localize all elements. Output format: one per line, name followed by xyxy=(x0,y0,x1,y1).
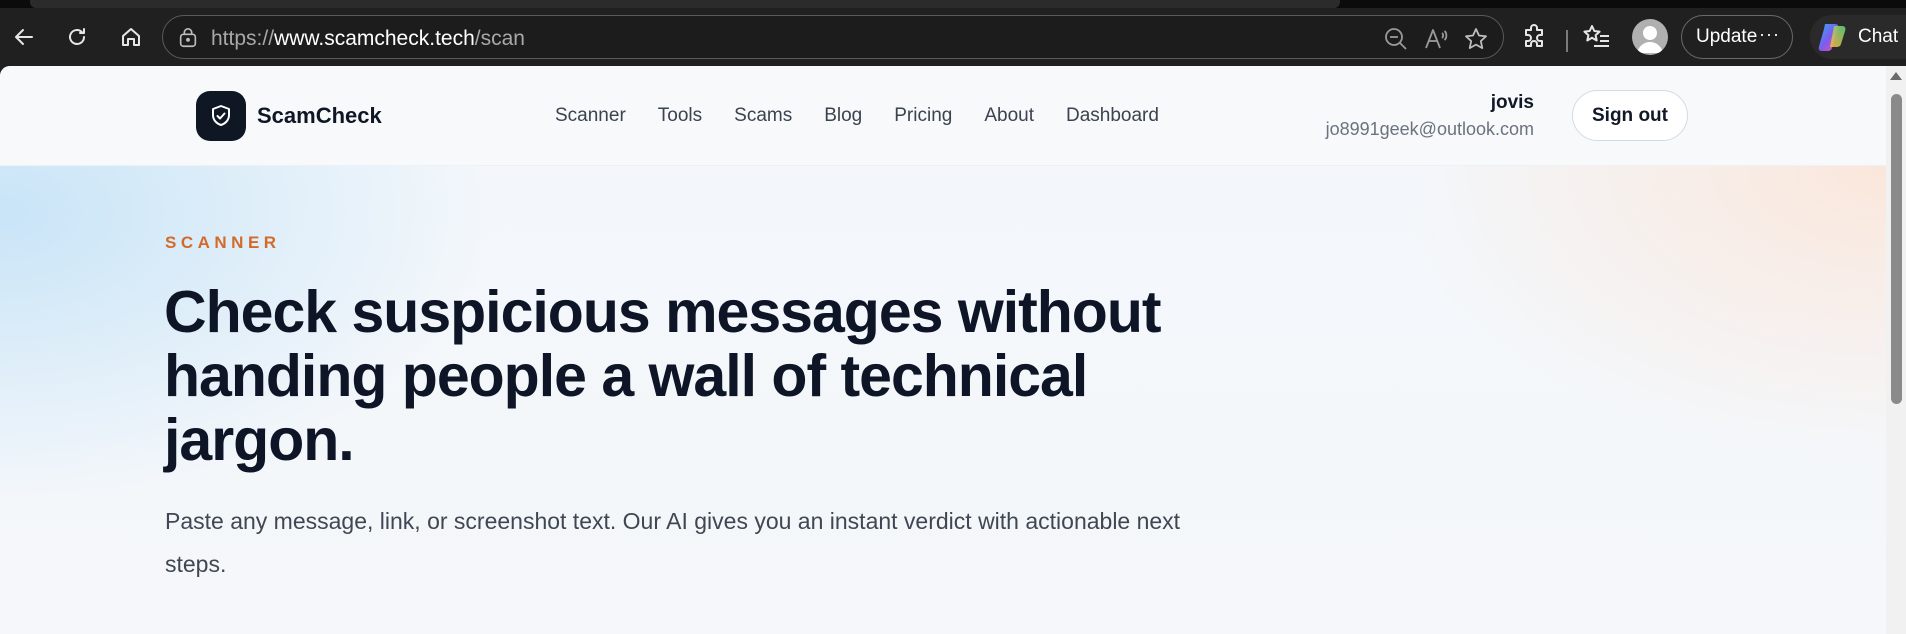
favorite-button[interactable] xyxy=(1463,26,1489,52)
nav-link-about[interactable]: About xyxy=(984,105,1034,127)
url-text[interactable]: https://www.scamcheck.tech/scan xyxy=(211,27,525,51)
user-email: jo8991geek@outlook.com xyxy=(1325,119,1534,139)
back-arrow-icon xyxy=(15,29,33,45)
scroll-thumb[interactable] xyxy=(1891,94,1902,404)
nav-link-dashboard[interactable]: Dashboard xyxy=(1066,105,1159,127)
address-bar[interactable]: https://www.scamcheck.tech/scan xyxy=(162,15,1504,59)
url-domain: www.scamcheck.tech xyxy=(274,27,475,50)
zoom-out-icon xyxy=(1385,28,1407,50)
copilot-label: Chat xyxy=(1858,26,1899,47)
nav-link-pricing[interactable]: Pricing xyxy=(894,105,952,127)
copilot-icon xyxy=(1818,24,1846,51)
extensions-button[interactable] xyxy=(1520,22,1550,52)
hero-subtitle: Paste any message, link, or screenshot t… xyxy=(165,508,1181,577)
sign-out-button[interactable]: Sign out xyxy=(1572,90,1688,141)
copilot-chat-button[interactable]: Chat xyxy=(1810,15,1906,59)
nav-link-blog[interactable]: Blog xyxy=(824,105,862,127)
tab-strip xyxy=(30,0,1340,8)
profile-avatar[interactable] xyxy=(1632,19,1668,55)
hero-title: Check suspicious messages without handin… xyxy=(164,279,1162,473)
user-name: jovis xyxy=(1490,92,1534,113)
refresh-button[interactable] xyxy=(61,21,93,53)
nav-link-tools[interactable]: Tools xyxy=(658,105,702,127)
home-button[interactable] xyxy=(115,21,147,53)
nav-link-scanner[interactable]: Scanner xyxy=(555,105,626,127)
update-button[interactable]: Update ··· xyxy=(1681,15,1793,59)
nav-link-scams[interactable]: Scams xyxy=(734,105,792,127)
main-nav: Scanner Tools Scams Blog Pricing About D… xyxy=(555,105,1191,127)
favorites-list-icon xyxy=(1583,25,1609,47)
more-options-icon[interactable]: ··· xyxy=(1759,24,1780,45)
window-top-strip xyxy=(0,0,1906,8)
zoom-out-button[interactable] xyxy=(1383,26,1409,52)
shield-check-icon xyxy=(212,105,230,126)
scroll-up-arrow-icon[interactable] xyxy=(1890,72,1902,80)
url-path: /scan xyxy=(474,27,525,50)
refresh-icon xyxy=(69,28,85,45)
toolbar-separator xyxy=(1566,30,1568,52)
update-label: Update xyxy=(1696,26,1758,47)
logo-text[interactable]: ScamCheck xyxy=(257,103,382,129)
lock-icon[interactable] xyxy=(177,27,199,49)
home-icon xyxy=(122,28,140,46)
page-viewport: ScamCheck Scanner Tools Scams Blog Prici… xyxy=(0,66,1906,634)
section-eyebrow: SCANNER xyxy=(165,233,281,252)
page-scrollbar[interactable] xyxy=(1886,66,1906,634)
read-aloud-button[interactable] xyxy=(1423,26,1449,52)
url-scheme: https:// xyxy=(211,27,275,50)
site-header: ScamCheck Scanner Tools Scams Blog Prici… xyxy=(0,66,1886,166)
favorites-button[interactable] xyxy=(1582,22,1612,52)
profile-avatar-icon xyxy=(1637,26,1663,53)
extensions-icon xyxy=(1525,24,1543,47)
read-aloud-icon xyxy=(1425,29,1448,49)
back-button[interactable] xyxy=(8,21,40,53)
browser-toolbar: https://www.scamcheck.tech/scan Update ·… xyxy=(0,8,1906,66)
favorite-star-icon xyxy=(1465,28,1487,49)
logo-mark[interactable] xyxy=(196,91,246,141)
